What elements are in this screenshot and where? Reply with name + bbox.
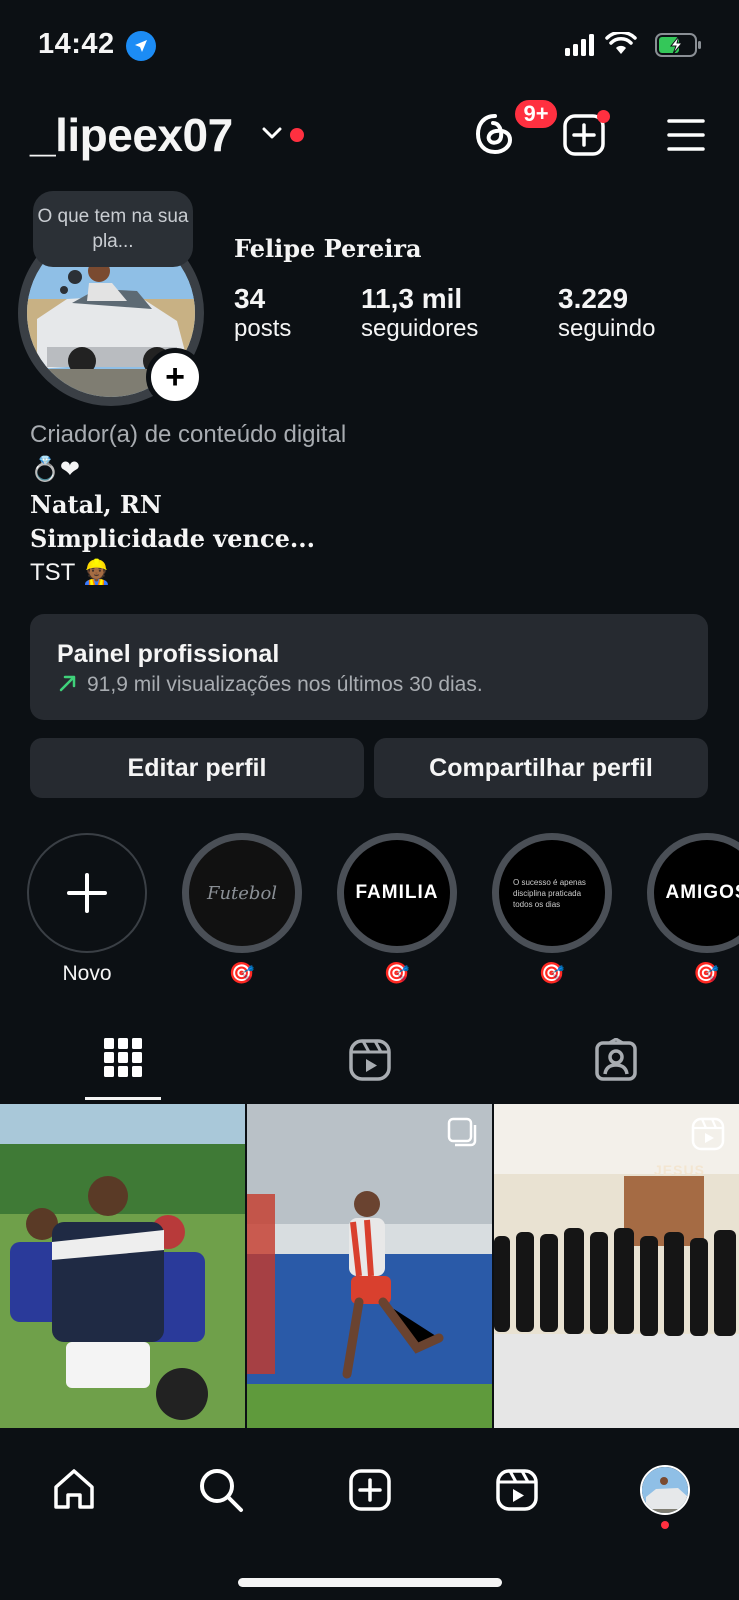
following-count-label: seguindo: [558, 315, 656, 342]
new-post-icon[interactable]: [348, 1468, 392, 1512]
highlight-amigos[interactable]: AMIGOS: [647, 833, 739, 953]
highlight-cover: O sucesso é apenas disciplina praticada …: [499, 840, 605, 946]
highlight-familia-label: 🎯: [383, 962, 411, 985]
post-tile-2[interactable]: [247, 1104, 492, 1428]
post-tile-3[interactable]: [494, 1104, 739, 1428]
grid-tab-icon[interactable]: [104, 1038, 142, 1078]
status-time: 14:42: [38, 28, 115, 60]
highlight-new[interactable]: [27, 833, 147, 953]
chevron-down-icon[interactable]: [262, 126, 282, 140]
posts-count-value: 34: [234, 283, 266, 314]
highlight-ring: FAMILIA: [337, 833, 457, 953]
note-bubble-tail: [68, 270, 82, 284]
cellular-signal-icon: [565, 34, 597, 56]
professional-dashboard-views: 91,9 mil visualizações nos últimos 30 di…: [87, 673, 483, 696]
highlight-ring: O sucesso é apenas disciplina praticada …: [492, 833, 612, 953]
highlight-cover-text: AMIGOS: [665, 882, 739, 903]
followers-count-label: seguidores: [361, 315, 479, 342]
active-tab-indicator: [85, 1097, 161, 1100]
highlight-amigos-label: 🎯: [693, 962, 720, 985]
home-indicator[interactable]: [238, 1578, 502, 1587]
search-icon[interactable]: [198, 1467, 244, 1513]
trending-up-icon: [58, 673, 78, 693]
bio-line-emoji: 💍❤: [30, 456, 80, 483]
posts-count[interactable]: 34 posts: [234, 283, 291, 343]
bottom-navigation: [0, 1440, 739, 1600]
bio-profession: TST 👷🏾: [30, 559, 112, 586]
display-name: Felipe Pereira: [234, 234, 422, 263]
new-highlight-circle: [27, 833, 147, 953]
highlight-cover: AMIGOS: [654, 840, 739, 946]
bio-category: Criador(a) de conteúdo digital: [30, 421, 347, 448]
tagged-tab-icon[interactable]: [594, 1038, 638, 1082]
post-tile-1[interactable]: [0, 1104, 245, 1428]
note-bubble-tail-small: [60, 286, 68, 294]
highlight-ring: Futebol: [182, 833, 302, 953]
username-switcher[interactable]: _lipeex07: [30, 108, 233, 162]
bio-location: Natal, RN: [30, 490, 162, 519]
highlight-cover: FAMILIA: [344, 840, 450, 946]
reel-icon: [691, 1117, 725, 1151]
highlight-disciplina[interactable]: O sucesso é apenas disciplina praticada …: [492, 833, 612, 953]
share-profile-button[interactable]: Compartilhar perfil: [374, 738, 708, 798]
threads-notification-badge: 9+: [512, 97, 560, 131]
reels-tab-icon[interactable]: [348, 1038, 392, 1082]
highlight-familia[interactable]: FAMILIA: [337, 833, 457, 953]
profile-nav-avatar[interactable]: [640, 1465, 690, 1515]
home-icon[interactable]: [52, 1467, 96, 1511]
highlight-disciplina-label: 🎯: [538, 962, 566, 985]
battery-charging-icon: [655, 33, 703, 57]
create-notification-dot: [597, 110, 610, 123]
profile-notification-dot: [661, 1521, 669, 1529]
highlight-ring: AMIGOS: [647, 833, 739, 953]
highlight-futebol-label: 🎯: [228, 962, 256, 985]
highlight-cover-text: O sucesso é apenas disciplina praticada …: [513, 877, 586, 909]
highlight-cover-text: Futebol: [206, 882, 278, 904]
following-count[interactable]: 3.229 seguindo: [558, 283, 655, 343]
carousel-icon: [447, 1117, 479, 1149]
followers-count-value: 11,3 mil: [361, 283, 463, 314]
wifi-icon: [605, 32, 637, 56]
posts-count-label: posts: [234, 315, 292, 342]
highlight-cover: Futebol: [189, 840, 295, 946]
highlight-cover-text: FAMILIA: [355, 882, 439, 903]
highlight-new-label: Novo: [62, 962, 112, 985]
account-notification-dot: [290, 128, 304, 142]
reels-nav-icon[interactable]: [495, 1468, 539, 1512]
edit-profile-button[interactable]: Editar perfil: [30, 738, 364, 798]
location-icon: [126, 31, 156, 61]
menu-icon[interactable]: [667, 118, 705, 152]
post-sign-text: JESUS: [654, 1162, 705, 1178]
bio-tagline: Simplicidade vence...: [30, 524, 315, 553]
highlight-futebol[interactable]: Futebol: [182, 833, 302, 953]
followers-count[interactable]: 11,3 mil seguidores: [361, 283, 478, 343]
threads-icon[interactable]: [474, 112, 516, 156]
following-count-value: 3.229: [558, 283, 629, 314]
add-story-button[interactable]: +: [146, 348, 204, 406]
note-bubble[interactable]: O que tem na sua pla...: [33, 191, 193, 267]
professional-dashboard-title: Painel profissional: [57, 640, 280, 668]
